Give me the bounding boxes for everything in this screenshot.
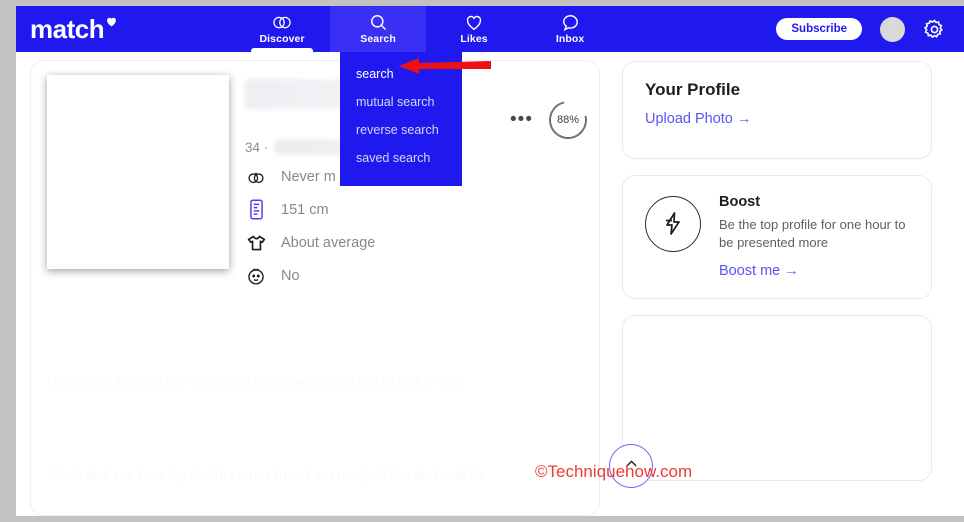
tab-likes[interactable]: Likes — [426, 6, 522, 52]
detail-height: 151 cm — [245, 199, 583, 220]
rings-icon — [271, 13, 293, 32]
tab-inbox[interactable]: Inbox — [522, 6, 618, 52]
subscribe-button[interactable]: Subscribe — [776, 18, 862, 40]
boost-description: Be the top profile for one hour to be pr… — [719, 217, 906, 250]
tab-search-label: Search — [360, 33, 396, 45]
detail-children: No — [245, 266, 583, 286]
boost-body: Boost Be the top profile for one hour to… — [719, 194, 909, 280]
upload-photo-link[interactable]: Upload Photo → — [645, 111, 751, 127]
tshirt-icon — [245, 234, 267, 252]
dropdown-item-saved-search[interactable]: saved search — [340, 144, 462, 172]
dropdown-item-mutual-search[interactable]: mutual search — [340, 88, 462, 116]
app-screen: match Discover Search Likes Inbox Subscr… — [0, 0, 964, 522]
lightning-bolt-icon — [645, 196, 701, 252]
profile-bio: Hi, darling! I do not like deception and… — [47, 304, 583, 516]
search-icon — [369, 13, 388, 32]
nav-tabs: Discover Search Likes Inbox — [234, 6, 618, 52]
boost-me-link[interactable]: Boost me → — [719, 263, 799, 279]
tab-search[interactable]: Search — [330, 6, 427, 52]
ruler-icon — [245, 199, 267, 220]
your-profile-card: Your Profile Upload Photo → — [622, 61, 932, 159]
baby-face-icon — [245, 266, 267, 286]
profile-photo[interactable] — [47, 75, 229, 269]
heart-outline-icon — [464, 13, 484, 32]
avatar[interactable] — [880, 16, 905, 42]
dropdown-item-reverse-search[interactable]: reverse search — [340, 116, 462, 144]
match-percent-value: 88% — [556, 114, 580, 126]
right-sidebar: Your Profile Upload Photo → Boost Be the… — [622, 60, 932, 516]
detail-height-value: 151 cm — [281, 201, 329, 218]
tab-discover-label: Discover — [259, 33, 305, 45]
top-navigation-bar: match Discover Search Likes Inbox Subscr… — [16, 6, 964, 52]
tab-likes-label: Likes — [460, 33, 488, 45]
brand-name: match — [30, 13, 105, 44]
boost-title: Boost — [719, 194, 761, 210]
profile-actions: ••• 88% — [510, 93, 595, 147]
your-profile-title: Your Profile — [645, 80, 741, 99]
tab-discover[interactable]: Discover — [234, 6, 330, 52]
watermark: ©Techniquehow.com — [535, 462, 693, 481]
detail-children-value: No — [281, 268, 300, 284]
gear-icon[interactable] — [923, 18, 946, 41]
brand-logo[interactable]: match — [30, 14, 118, 45]
bio-line: future and see how my desire comes true.… — [47, 467, 486, 482]
rings-icon — [245, 170, 267, 185]
heart-icon — [105, 15, 118, 31]
tab-inbox-label: Inbox — [555, 33, 585, 45]
boost-card: Boost Be the top profile for one hour to… — [622, 175, 932, 299]
bio-line: Hi, darling! I do not like deception and… — [47, 374, 461, 389]
empty-sidebar-card — [622, 315, 932, 481]
match-percent-badge: 88% — [541, 93, 595, 147]
profile-header: ••• 88% 34 · Never m 151 cm About averag… — [47, 75, 595, 286]
dropdown-item-search[interactable]: search — [340, 60, 462, 88]
detail-body-type: About average — [245, 234, 583, 252]
detail-body-type-value: About average — [281, 235, 376, 251]
search-dropdown-menu: search mutual search reverse search save… — [340, 52, 462, 186]
more-options-icon[interactable]: ••• — [510, 110, 533, 129]
detail-marital-status-value: Never m — [281, 169, 336, 185]
chat-bubble-icon — [561, 13, 580, 32]
page-body: ••• 88% 34 · Never m 151 cm About averag… — [16, 52, 964, 516]
nav-right-actions: Subscribe — [776, 16, 946, 42]
content-area: ••• 88% 34 · Never m 151 cm About averag… — [16, 52, 964, 516]
profile-age: 34 · — [245, 139, 269, 155]
profile-card: ••• 88% 34 · Never m 151 cm About averag… — [30, 60, 600, 516]
